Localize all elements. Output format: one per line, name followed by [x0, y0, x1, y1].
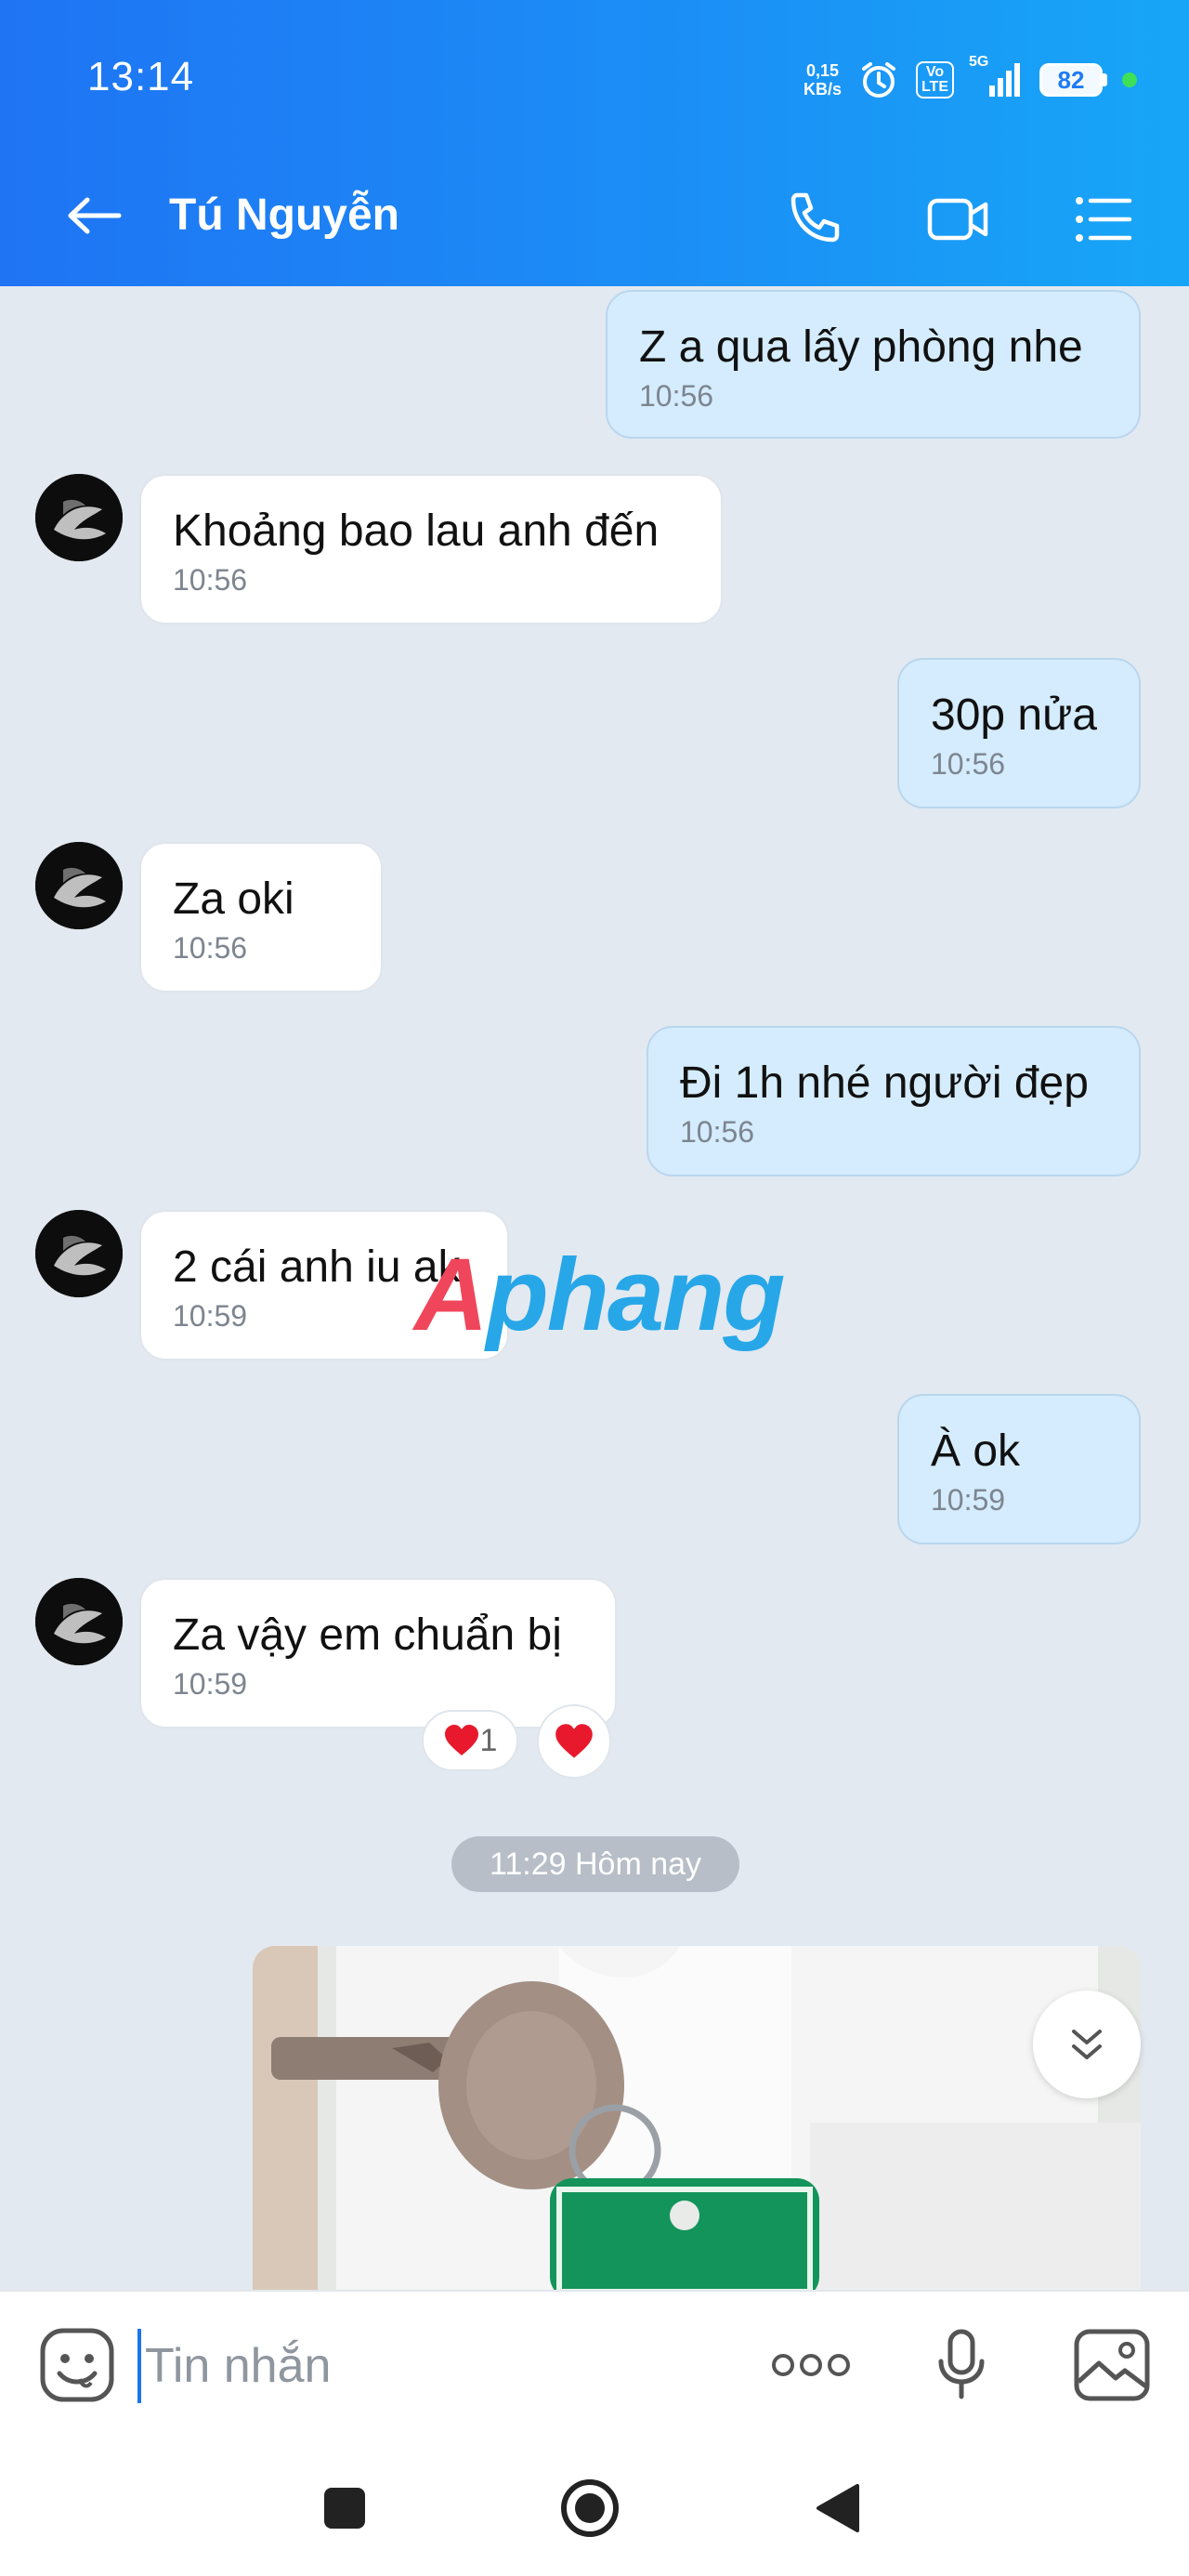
image-icon	[1074, 2329, 1150, 2401]
status-time: 13:14	[87, 54, 195, 99]
more-options-button[interactable]	[769, 2323, 853, 2407]
key-photo	[253, 1946, 1141, 2290]
date-separator: 11:29 Hôm nay	[451, 1836, 739, 1892]
avatar[interactable]	[35, 1578, 123, 1665]
microphone-icon	[938, 2329, 985, 2399]
menu-button[interactable]	[1066, 182, 1141, 256]
circle-home-icon	[561, 2479, 619, 2537]
system-nav-bar	[0, 2438, 1189, 2576]
voice-message-button[interactable]	[920, 2323, 1003, 2407]
message-bubble-outgoing[interactable]: À ok 10:59	[897, 1394, 1141, 1544]
indicator-dot	[1122, 72, 1137, 87]
video-call-button[interactable]	[921, 182, 996, 256]
heart-icon	[555, 1724, 593, 1758]
message-bubble-outgoing[interactable]: Z a qua lấy phòng nhe 10:56	[606, 290, 1141, 439]
back-button[interactable]	[61, 182, 128, 249]
double-chevron-down-icon	[1072, 2030, 1102, 2059]
watermark-logo: Aphang	[414, 1238, 785, 1352]
more-dots-icon	[772, 2354, 850, 2376]
app-header: 13:14 0,15 KB/s Vo LTE 5G 82 Tú Nguyễn	[0, 0, 1189, 286]
smiley-sticker-icon	[40, 2328, 114, 2402]
reaction-summary[interactable]: 1	[422, 1710, 518, 1771]
home-button[interactable]	[548, 2466, 632, 2550]
battery-icon: 82	[1039, 63, 1107, 97]
status-icons: 0,15 KB/s Vo LTE 5G 82	[804, 54, 1137, 106]
reaction-count: 1	[479, 1722, 498, 1758]
heart-icon	[444, 1725, 478, 1755]
message-bubble-incoming[interactable]: Za oki 10:56	[139, 842, 383, 992]
sticker-button[interactable]	[35, 2323, 119, 2407]
avatar[interactable]	[35, 842, 123, 929]
video-camera-icon	[927, 198, 988, 241]
message-bubble-incoming[interactable]: Khoảng bao lau anh đến 10:56	[139, 474, 723, 624]
recents-button[interactable]	[303, 2466, 386, 2550]
triangle-back-icon	[817, 2484, 859, 2532]
message-bubble-incoming[interactable]: Za vậy em chuẩn bị 10:59	[139, 1578, 617, 1728]
message-input[interactable]	[137, 2329, 739, 2403]
contact-name[interactable]: Tú Nguyễn	[169, 190, 399, 241]
signal-icon: 5G	[969, 54, 1025, 102]
net-speed: 0,15 KB/s	[803, 61, 842, 99]
avatar[interactable]	[35, 1210, 123, 1297]
back-nav-button[interactable]	[795, 2466, 879, 2550]
list-menu-icon	[1076, 197, 1132, 242]
gallery-button[interactable]	[1070, 2323, 1154, 2407]
react-button[interactable]	[537, 1704, 611, 1779]
message-bubble-outgoing[interactable]: 30p nửa 10:56	[897, 658, 1141, 808]
photo-message[interactable]	[253, 1946, 1141, 2290]
composer-bar	[0, 2290, 1189, 2440]
avatar[interactable]	[35, 474, 123, 561]
voice-call-button[interactable]	[777, 182, 851, 256]
arrow-left-icon	[68, 197, 122, 234]
scroll-to-bottom-button[interactable]	[1033, 1991, 1141, 2098]
phone-icon	[790, 192, 840, 243]
square-icon	[324, 2488, 365, 2529]
volte-icon: Vo LTE	[915, 61, 954, 99]
alarm-icon	[856, 58, 901, 102]
message-bubble-outgoing[interactable]: Đi 1h nhé người đẹp 10:56	[647, 1026, 1141, 1176]
